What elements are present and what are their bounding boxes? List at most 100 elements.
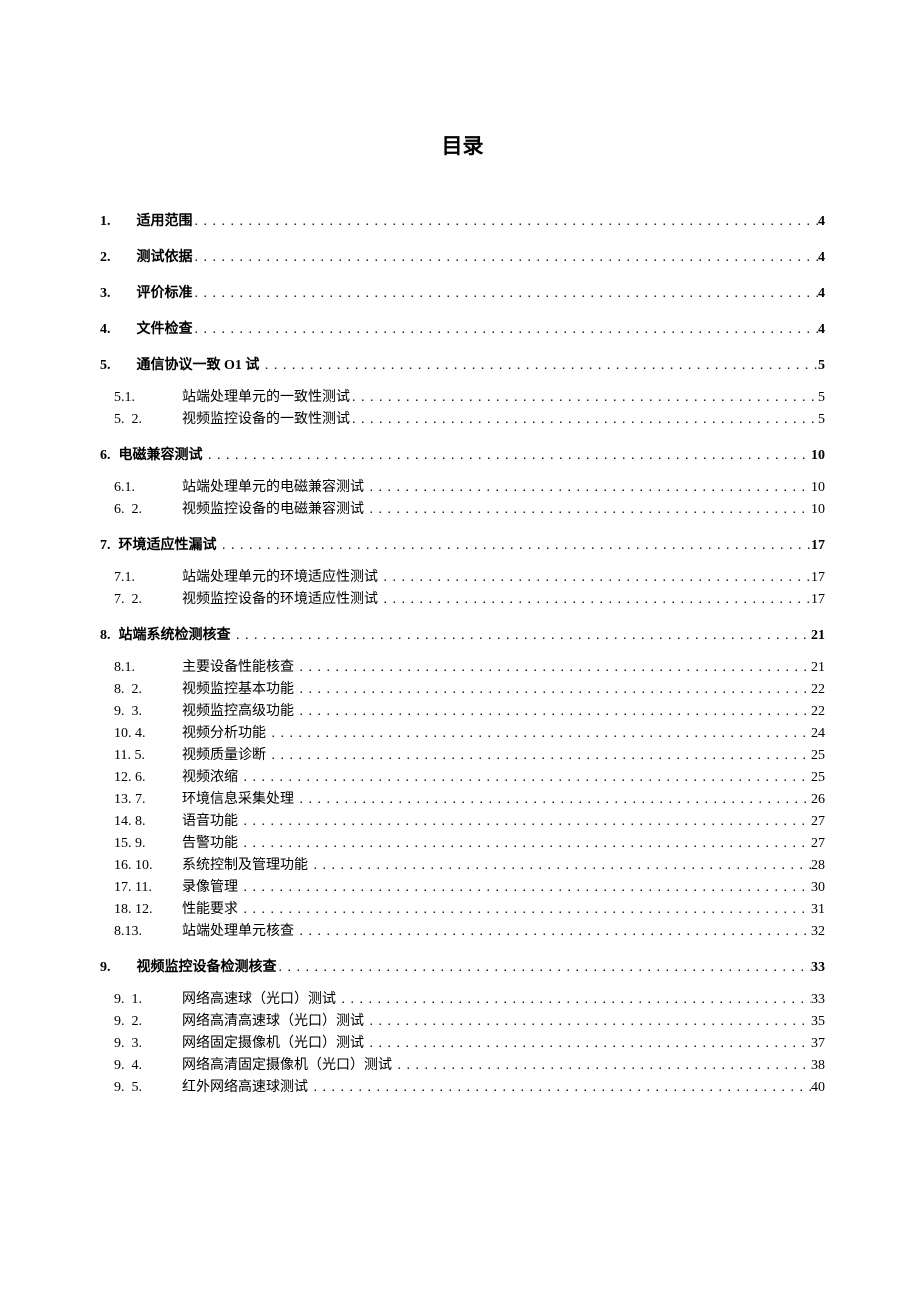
toc-entry: 9. 4.网络高清固定摄像机（光口）测试 38 (100, 1059, 825, 1073)
toc-number: 9. 2. (114, 1015, 182, 1029)
toc-leader (368, 481, 812, 495)
toc-page-number: 37 (811, 1037, 825, 1051)
toc-title: 目录 (100, 130, 825, 160)
toc-page-number: 24 (811, 727, 825, 741)
toc-entry: 2.测试依据4 (100, 251, 825, 265)
toc-text: 测试依据 (137, 251, 193, 265)
toc-number: 8. (100, 629, 119, 643)
toc-entry: 7.环境适应性漏试 17 (100, 539, 825, 553)
toc-text: 通信协议一致 O1 试 (137, 359, 263, 373)
toc-entry: 9. 2.网络高清高速球（光口）测试 35 (100, 1015, 825, 1029)
toc-text: 红外网络高速球测试 (182, 1081, 312, 1095)
toc-text: 网络高清固定摄像机（光口）测试 (182, 1059, 396, 1073)
toc-number: 10. 4. (114, 727, 182, 741)
toc-leader (270, 749, 812, 763)
toc-text: 视频监控高级功能 (182, 705, 298, 719)
toc-number: 11. 5. (114, 749, 182, 763)
toc-page-number: 25 (811, 771, 825, 785)
toc-page-number: 26 (811, 793, 825, 807)
toc-page-number: 5 (818, 391, 825, 405)
toc-text: 录像管理 (182, 881, 242, 895)
toc-entry: 12. 6.视频浓缩 25 (100, 771, 825, 785)
toc-text: 语音功能 (182, 815, 242, 829)
toc-entry: 18. 12.性能要求 31 (100, 903, 825, 917)
toc-entry: 5. 2.视频监控设备的一致性测试5 (100, 413, 825, 427)
toc-number: 12. 6. (114, 771, 182, 785)
toc-entry: 8.1.主要设备性能核查 21 (100, 661, 825, 675)
toc-number: 13. 7. (114, 793, 182, 807)
toc-page-number: 5 (818, 413, 825, 427)
toc-page-number: 31 (811, 903, 825, 917)
toc-text: 视频监控设备检测核查 (137, 961, 277, 975)
toc-number: 7.1. (114, 571, 182, 585)
toc-leader (298, 661, 812, 675)
toc-number: 9. (100, 961, 137, 975)
toc-entry: 5.通信协议一致 O1 试 5 (100, 359, 825, 373)
toc-leader (382, 571, 812, 585)
toc-entry: 16. 10.系统控制及管理功能 28 (100, 859, 825, 873)
toc-page-number: 30 (811, 881, 825, 895)
toc-entry: 3.评价标准4 (100, 287, 825, 301)
toc-text: 视频监控设备的一致性测试 (182, 413, 350, 427)
toc-entry: 9.视频监控设备检测核查33 (100, 961, 825, 975)
toc-page-number: 40 (811, 1081, 825, 1095)
toc-number: 8. 2. (114, 683, 182, 697)
toc-leader (242, 815, 812, 829)
toc-leader (298, 925, 812, 939)
toc-number: 7. 2. (114, 593, 182, 607)
toc-number: 5.1. (114, 391, 182, 405)
toc-entry: 13. 7.环境信息采集处理 26 (100, 793, 825, 807)
toc-leader (368, 1037, 812, 1051)
toc-entry: 8. 2.视频监控基本功能 22 (100, 683, 825, 697)
toc-entry: 6.1.站端处理单元的电磁兼容测试 10 (100, 481, 825, 495)
toc-leader (298, 683, 812, 697)
toc-leader (234, 629, 811, 643)
toc-text: 系统控制及管理功能 (182, 859, 312, 873)
toc-page-number: 21 (811, 629, 825, 643)
toc-number: 8.13. (114, 925, 182, 939)
toc-page-number: 17 (811, 539, 825, 553)
toc-page-number: 33 (811, 993, 825, 1007)
toc-number: 18. 12. (114, 903, 182, 917)
toc-page-number: 27 (811, 837, 825, 851)
toc-page-number: 17 (811, 571, 825, 585)
toc-entry: 4.文件检查4 (100, 323, 825, 337)
toc-page-number: 35 (811, 1015, 825, 1029)
toc-entry: 6. 2.视频监控设备的电磁兼容测试 10 (100, 503, 825, 517)
toc-number: 9. 5. (114, 1081, 182, 1095)
toc-page-number: 5 (818, 359, 825, 373)
toc-page-number: 4 (818, 251, 825, 265)
toc-text: 性能要求 (182, 903, 242, 917)
toc-page-number: 27 (811, 815, 825, 829)
toc-text: 视频质量诊断 (182, 749, 270, 763)
toc-entry: 9. 5.红外网络高速球测试 40 (100, 1081, 825, 1095)
toc-text: 站端处理单元的一致性测试 (182, 391, 350, 405)
toc-text: 站端处理单元核查 (182, 925, 298, 939)
toc-leader (312, 1081, 812, 1095)
toc-entry: 6.电磁兼容测试 10 (100, 449, 825, 463)
toc-entry: 10. 4.视频分析功能 24 (100, 727, 825, 741)
toc-page-number: 28 (811, 859, 825, 873)
toc-page-number: 10 (811, 449, 825, 463)
toc-number: 15. 9. (114, 837, 182, 851)
toc-text: 电磁兼容测试 (119, 449, 207, 463)
toc-leader (312, 859, 812, 873)
toc-page-number: 17 (811, 593, 825, 607)
toc-leader (382, 593, 812, 607)
toc-entry: 1.适用范围4 (100, 215, 825, 229)
toc-leader (242, 771, 812, 785)
toc-leader (340, 993, 812, 1007)
toc-number: 4. (100, 323, 137, 337)
toc-text: 适用范围 (137, 215, 193, 229)
toc-number: 6.1. (114, 481, 182, 495)
toc-leader (298, 705, 812, 719)
toc-number: 16. 10. (114, 859, 182, 873)
toc-page-number: 38 (811, 1059, 825, 1073)
toc-page-number: 10 (811, 503, 825, 517)
toc-leader (193, 323, 819, 337)
toc-leader (270, 727, 812, 741)
document-page: 目录 1.适用范围42.测试依据43.评价标准44.文件检查45.通信协议一致 … (0, 0, 920, 1301)
toc-number: 7. (100, 539, 119, 553)
toc-entry: 5.1.站端处理单元的一致性测试 5 (100, 391, 825, 405)
toc-leader (242, 903, 812, 917)
